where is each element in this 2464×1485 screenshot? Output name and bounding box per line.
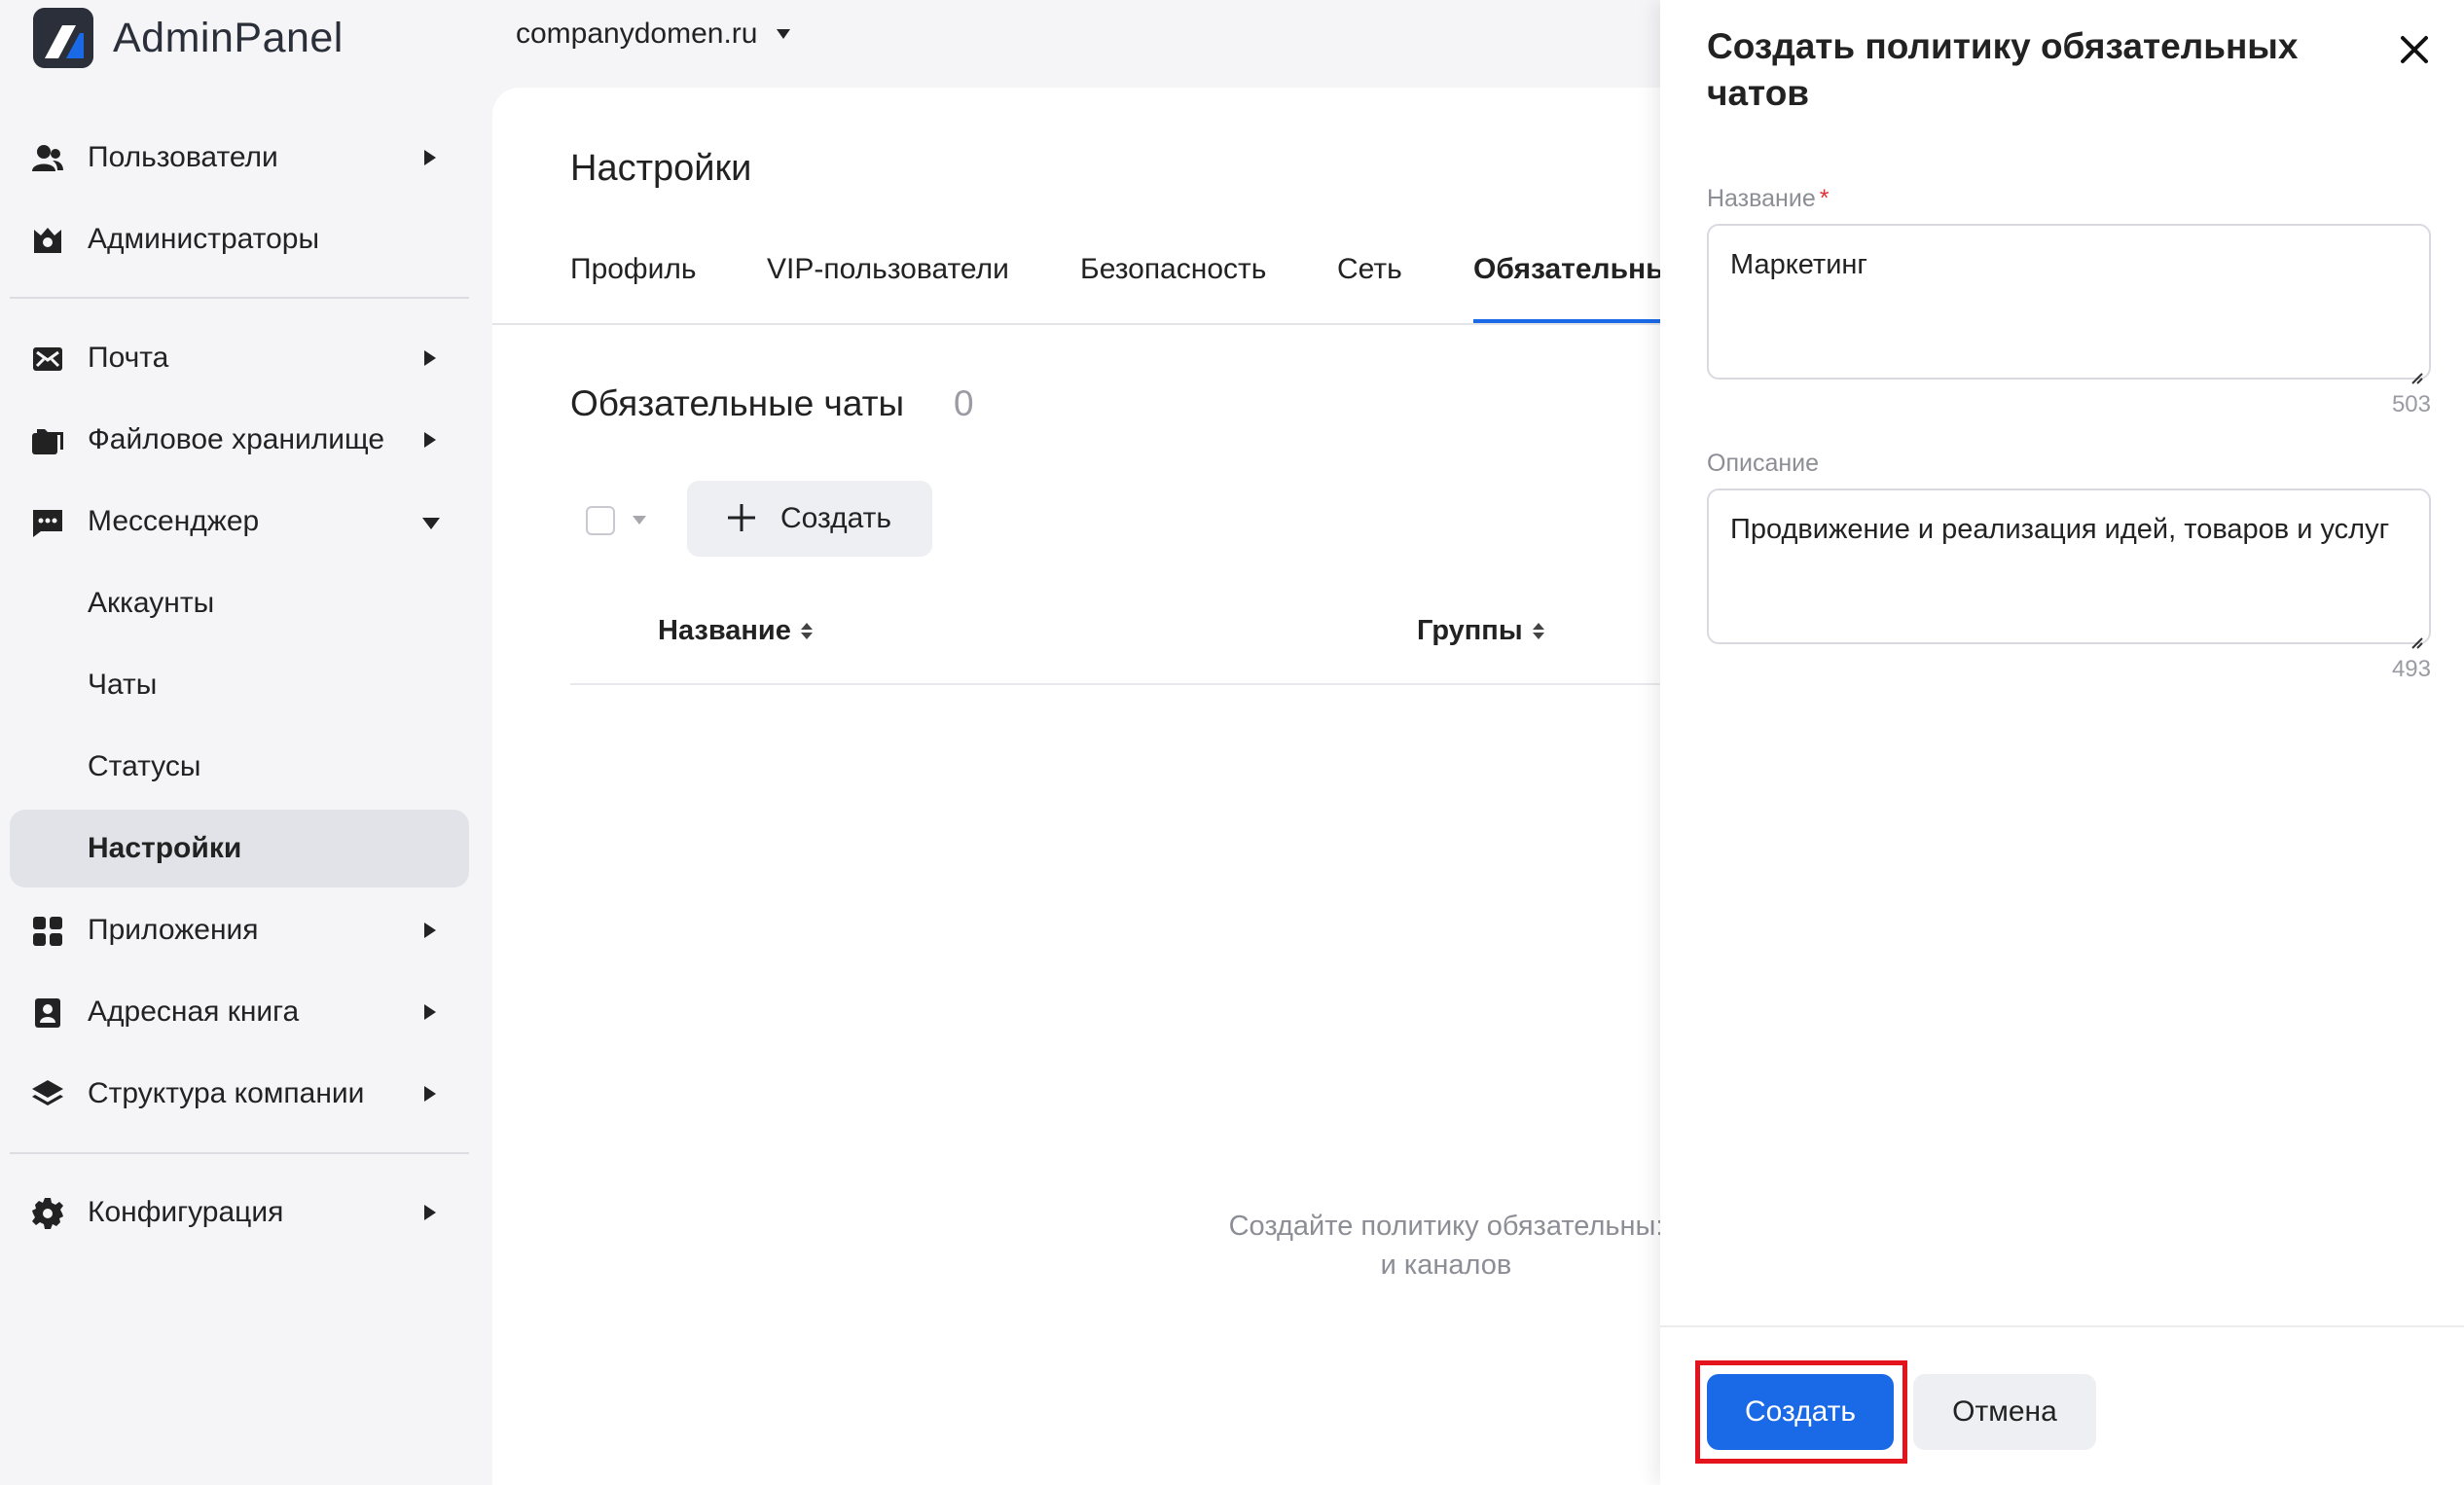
tab-security[interactable]: Безопасность	[1080, 253, 1266, 323]
column-header-label: Название	[658, 615, 791, 646]
footer-divider	[1660, 1325, 2464, 1327]
description-field-value: Продвижение и реализация идей, товаров и…	[1730, 514, 2390, 545]
sidebar-item-label: Почта	[88, 342, 169, 374]
create-button[interactable]: Создать	[687, 481, 932, 557]
chevron-right-icon	[424, 432, 436, 448]
folder-icon	[31, 424, 64, 457]
app-logo[interactable]: AdminPanel	[33, 8, 344, 68]
page-title: Настройки	[570, 148, 752, 189]
tab-vip-users[interactable]: VIP-пользователи	[767, 253, 1009, 323]
name-field[interactable]: Маркетинг	[1707, 224, 2431, 384]
sidebar-item-settings[interactable]: Настройки	[10, 810, 469, 887]
select-all-checkbox[interactable]	[586, 506, 615, 535]
empty-state-text: Создайте политику обязательны: и каналов	[1174, 1207, 1719, 1285]
empty-state-line: Создайте политику обязательны:	[1228, 1211, 1664, 1242]
sidebar-item-label: Мессенджер	[88, 505, 260, 537]
sidebar-item-accounts[interactable]: Аккаунты	[10, 564, 469, 642]
mail-icon	[31, 343, 64, 376]
app-name: AdminPanel	[113, 14, 344, 61]
chevron-right-icon	[424, 1205, 436, 1220]
empty-state-line: и каналов	[1380, 1250, 1512, 1281]
sidebar-item-apps[interactable]: Приложения	[10, 891, 469, 969]
sidebar-item-label: Статусы	[88, 750, 201, 782]
create-policy-drawer: Создать политику обязательных чатов Назв…	[1660, 0, 2464, 1485]
sidebar-divider	[10, 1152, 469, 1154]
create-button-label: Создать	[780, 502, 892, 534]
chevron-right-icon	[424, 1004, 436, 1020]
sidebar-item-label: Адресная книга	[88, 996, 300, 1028]
name-label-text: Название	[1707, 185, 1816, 212]
name-char-counter: 503	[2391, 391, 2431, 417]
tab-mandatory-chats[interactable]: Обязательны	[1473, 253, 1671, 323]
tab-profile[interactable]: Профиль	[570, 253, 697, 323]
sidebar-item-messenger[interactable]: Мессенджер	[10, 483, 469, 561]
chat-icon	[31, 506, 64, 539]
close-icon[interactable]	[2398, 33, 2431, 66]
required-marker: *	[1819, 185, 1830, 212]
sort-icon	[1532, 623, 1544, 639]
layers-icon	[31, 1078, 64, 1111]
sidebar-item-label: Настройки	[88, 832, 242, 864]
gear-icon	[31, 1197, 64, 1230]
resize-handle-icon[interactable]	[2408, 356, 2423, 384]
select-menu-caret-icon[interactable]	[633, 516, 646, 525]
cancel-button[interactable]: Отмена	[1913, 1374, 2096, 1450]
sidebar-item-label: Приложения	[88, 914, 259, 946]
sidebar-item-label: Аккаунты	[88, 587, 215, 619]
sort-icon	[800, 623, 813, 639]
sidebar-item-label: Администраторы	[88, 223, 320, 255]
description-field[interactable]: Продвижение и реализация идей, товаров и…	[1707, 489, 2431, 649]
description-char-counter: 493	[2391, 656, 2431, 682]
chevron-right-icon	[424, 150, 436, 165]
column-header-groups[interactable]: Группы	[1417, 615, 1544, 647]
column-header-label: Группы	[1417, 615, 1523, 646]
adminpanel-logo-icon	[33, 8, 93, 68]
section-title: Обязательные чаты	[570, 383, 905, 423]
sidebar-item-address-book[interactable]: Адресная книга	[10, 973, 469, 1051]
chevron-down-icon	[422, 518, 440, 529]
drawer-title: Создать политику обязательных чатов	[1707, 26, 2299, 113]
sidebar-item-label: Конфигурация	[88, 1196, 284, 1228]
contacts-book-icon	[31, 996, 64, 1030]
sidebar-item-label: Чаты	[88, 669, 158, 701]
sidebar-item-label: Структура компании	[88, 1077, 365, 1109]
name-field-value: Маркетинг	[1730, 249, 1867, 280]
sidebar-item-statuses[interactable]: Статусы	[10, 728, 469, 806]
name-field-label: Название *	[1707, 185, 1829, 213]
resize-handle-icon[interactable]	[2408, 621, 2423, 649]
sidebar-item-label: Пользователи	[88, 141, 278, 173]
users-icon	[31, 142, 64, 175]
sidebar: AdminPanel Пользователи Администраторы П…	[0, 0, 492, 1485]
domain-label: companydomen.ru	[516, 18, 758, 50]
sidebar-item-file-storage[interactable]: Файловое хранилище	[10, 401, 469, 479]
plus-icon	[726, 502, 757, 533]
sidebar-item-admins[interactable]: Администраторы	[10, 200, 469, 278]
sidebar-item-label: Файловое хранилище	[88, 423, 385, 455]
description-field-label: Описание	[1707, 450, 1820, 477]
admin-crown-icon	[31, 224, 64, 257]
sidebar-item-configuration[interactable]: Конфигурация	[10, 1174, 469, 1251]
highlight-frame	[1695, 1360, 1907, 1464]
tab-network[interactable]: Сеть	[1337, 253, 1402, 323]
sidebar-item-chats[interactable]: Чаты	[10, 646, 469, 724]
sidebar-item-users[interactable]: Пользователи	[10, 119, 469, 197]
section-count: 0	[954, 383, 974, 423]
chevron-right-icon	[424, 1086, 436, 1102]
chevron-down-icon	[777, 29, 791, 39]
sidebar-item-company-structure[interactable]: Структура компании	[10, 1055, 469, 1133]
sidebar-divider	[10, 297, 469, 299]
chevron-right-icon	[424, 350, 436, 366]
chevron-right-icon	[424, 923, 436, 938]
sidebar-item-mail[interactable]: Почта	[10, 319, 469, 397]
apps-grid-icon	[31, 915, 64, 948]
domain-selector[interactable]: companydomen.ru	[516, 18, 791, 51]
column-header-name[interactable]: Название	[658, 615, 813, 647]
